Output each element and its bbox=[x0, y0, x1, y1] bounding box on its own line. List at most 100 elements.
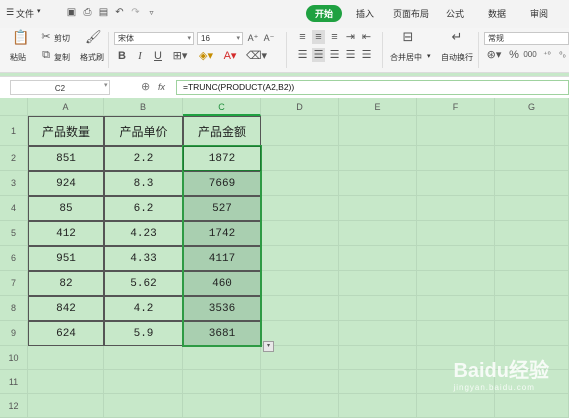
cell-e11[interactable] bbox=[339, 370, 417, 394]
cell-a10[interactable] bbox=[28, 346, 104, 370]
cell-g2[interactable] bbox=[495, 146, 569, 171]
increase-font-icon[interactable]: A⁺ bbox=[247, 31, 259, 45]
font-name-select[interactable]: 宋体 ▾ bbox=[114, 32, 194, 45]
zoom-formula-icon[interactable]: ⊕ bbox=[141, 80, 150, 93]
fill-color-icon[interactable]: ◈▾ bbox=[196, 49, 216, 63]
cell-g1[interactable] bbox=[495, 116, 569, 146]
cell-d11[interactable] bbox=[261, 370, 339, 394]
cell-b10[interactable] bbox=[104, 346, 183, 370]
column-header-d[interactable]: D bbox=[261, 98, 339, 116]
cell-e4[interactable] bbox=[339, 196, 417, 221]
bold-icon[interactable]: B bbox=[116, 49, 128, 63]
row-header-2[interactable]: 2 bbox=[0, 146, 28, 171]
column-header-f[interactable]: F bbox=[417, 98, 495, 116]
cell-b9[interactable]: 5.9 bbox=[104, 321, 183, 346]
decrease-font-icon[interactable]: A⁻ bbox=[263, 31, 275, 45]
cell-c3[interactable]: 7669 bbox=[183, 171, 261, 196]
cell-b7[interactable]: 5.62 bbox=[104, 271, 183, 296]
cell-c8[interactable]: 3536 bbox=[183, 296, 261, 321]
cell-f6[interactable] bbox=[417, 246, 495, 271]
cell-d2[interactable] bbox=[261, 146, 339, 171]
name-box-dropdown-icon[interactable]: ▾ bbox=[104, 81, 108, 89]
format-painter-button[interactable]: 格式刷 bbox=[80, 52, 104, 63]
row-header-9[interactable]: 9 bbox=[0, 321, 28, 346]
redo-icon[interactable]: ↷ bbox=[130, 7, 141, 18]
cell-c2[interactable]: 1872 bbox=[183, 146, 261, 171]
cell-e8[interactable] bbox=[339, 296, 417, 321]
file-menu[interactable]: 文件 bbox=[16, 7, 34, 20]
cell-f7[interactable] bbox=[417, 271, 495, 296]
currency-icon[interactable]: ⊛▾ bbox=[486, 48, 502, 62]
cell-f5[interactable] bbox=[417, 221, 495, 246]
cell-c7[interactable]: 460 bbox=[183, 271, 261, 296]
cell-b12[interactable] bbox=[104, 394, 183, 418]
cell-g3[interactable] bbox=[495, 171, 569, 196]
align-right-icon[interactable]: ☰ bbox=[328, 48, 341, 62]
file-dropdown-icon[interactable]: ▾ bbox=[37, 7, 41, 15]
cell-c1[interactable]: 产品金额 bbox=[183, 116, 261, 146]
cell-g12[interactable] bbox=[495, 394, 569, 418]
cell-c12[interactable] bbox=[183, 394, 261, 418]
cell-b8[interactable]: 4.2 bbox=[104, 296, 183, 321]
cell-e10[interactable] bbox=[339, 346, 417, 370]
autofill-options-icon[interactable]: ▾ bbox=[263, 341, 274, 352]
italic-icon[interactable]: I bbox=[134, 49, 146, 63]
row-header-1[interactable]: 1 bbox=[0, 116, 28, 146]
save-icon[interactable]: ▣ bbox=[66, 7, 77, 18]
cell-b5[interactable]: 4.23 bbox=[104, 221, 183, 246]
cell-c10[interactable] bbox=[183, 346, 261, 370]
wrap-text-icon[interactable]: ↵ bbox=[449, 30, 465, 44]
cell-g7[interactable] bbox=[495, 271, 569, 296]
cell-f4[interactable] bbox=[417, 196, 495, 221]
tab-page-layout[interactable]: 页面布局 bbox=[393, 7, 429, 20]
outdent-icon[interactable]: ⇤ bbox=[360, 30, 373, 44]
paste-button[interactable]: 粘贴 bbox=[10, 52, 26, 63]
column-header-a[interactable]: A bbox=[28, 98, 104, 116]
column-header-g[interactable]: G bbox=[495, 98, 569, 116]
cell-b3[interactable]: 8.3 bbox=[104, 171, 183, 196]
row-header-11[interactable]: 11 bbox=[0, 370, 28, 394]
cell-a4[interactable]: 85 bbox=[28, 196, 104, 221]
cell-f9[interactable] bbox=[417, 321, 495, 346]
cell-e1[interactable] bbox=[339, 116, 417, 146]
number-format-select[interactable]: 常规 bbox=[484, 32, 569, 45]
cell-e12[interactable] bbox=[339, 394, 417, 418]
name-box[interactable]: C2 bbox=[10, 80, 110, 95]
cell-c5[interactable]: 1742 bbox=[183, 221, 261, 246]
cell-a5[interactable]: 412 bbox=[28, 221, 104, 246]
clear-format-icon[interactable]: ⌫▾ bbox=[246, 49, 267, 63]
cell-g8[interactable] bbox=[495, 296, 569, 321]
cell-g9[interactable] bbox=[495, 321, 569, 346]
tab-review[interactable]: 审阅 bbox=[530, 7, 548, 20]
merge-cells-icon[interactable]: ⊟ bbox=[400, 30, 416, 44]
tab-insert[interactable]: 插入 bbox=[356, 7, 374, 20]
cell-a8[interactable]: 842 bbox=[28, 296, 104, 321]
print-preview-icon[interactable]: ▤ bbox=[98, 7, 109, 18]
cell-c11[interactable] bbox=[183, 370, 261, 394]
cell-f2[interactable] bbox=[417, 146, 495, 171]
cell-b6[interactable]: 4.33 bbox=[104, 246, 183, 271]
cell-e2[interactable] bbox=[339, 146, 417, 171]
cell-c4[interactable]: 527 bbox=[183, 196, 261, 221]
cell-b1[interactable]: 产品单价 bbox=[104, 116, 183, 146]
cell-d8[interactable] bbox=[261, 296, 339, 321]
cell-g4[interactable] bbox=[495, 196, 569, 221]
row-header-12[interactable]: 12 bbox=[0, 394, 28, 418]
justify-icon[interactable]: ☰ bbox=[344, 48, 357, 62]
merge-dropdown-icon[interactable]: ▾ bbox=[427, 52, 431, 60]
tab-home[interactable]: 开始 bbox=[306, 5, 343, 22]
row-header-10[interactable]: 10 bbox=[0, 346, 28, 370]
merge-center-button[interactable]: 合并居中 bbox=[390, 52, 422, 63]
cell-g5[interactable] bbox=[495, 221, 569, 246]
align-middle-icon[interactable]: ≡ bbox=[312, 30, 325, 44]
copy-icon[interactable]: ⧉ bbox=[40, 48, 52, 62]
decrease-decimal-icon[interactable]: ⁰₀ bbox=[556, 48, 569, 62]
cell-e7[interactable] bbox=[339, 271, 417, 296]
cell-g6[interactable] bbox=[495, 246, 569, 271]
cell-d12[interactable] bbox=[261, 394, 339, 418]
row-header-8[interactable]: 8 bbox=[0, 296, 28, 321]
formula-input[interactable]: =TRUNC(PRODUCT(A2,B2)) bbox=[176, 80, 569, 95]
cell-d7[interactable] bbox=[261, 271, 339, 296]
percent-icon[interactable]: % bbox=[509, 48, 519, 62]
font-color-icon[interactable]: A▾ bbox=[220, 49, 240, 63]
